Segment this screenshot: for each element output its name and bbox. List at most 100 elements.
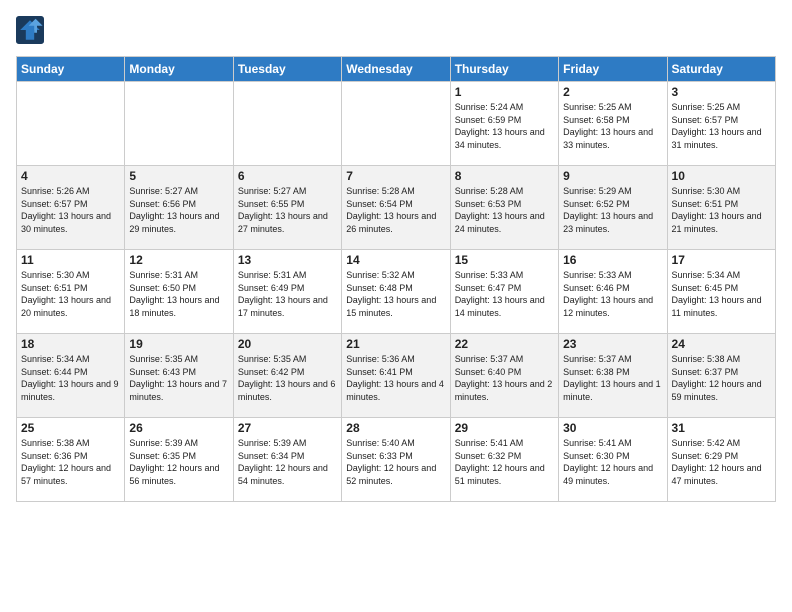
logo-icon [16, 16, 44, 44]
day-cell: 9 Sunrise: 5:29 AMSunset: 6:52 PMDaylight… [559, 166, 667, 250]
day-info: Sunrise: 5:33 AMSunset: 6:47 PMDaylight:… [455, 269, 554, 319]
day-cell: 25 Sunrise: 5:38 AMSunset: 6:36 PMDayligh… [17, 418, 125, 502]
day-cell: 3 Sunrise: 5:25 AMSunset: 6:57 PMDaylight… [667, 82, 775, 166]
day-cell [233, 82, 341, 166]
day-info: Sunrise: 5:29 AMSunset: 6:52 PMDaylight:… [563, 185, 662, 235]
day-cell: 10Sunrise: 5:30 AMSunset: 6:51 PMDayligh… [667, 166, 775, 250]
day-cell [17, 82, 125, 166]
day-number: 5 [129, 169, 228, 183]
day-info: Sunrise: 5:34 AMSunset: 6:45 PMDaylight:… [672, 269, 771, 319]
day-info: Sunrise: 5:28 AMSunset: 6:54 PMDaylight:… [346, 185, 445, 235]
day-info: Sunrise: 5:35 AMSunset: 6:42 PMDaylight:… [238, 353, 337, 403]
day-info: Sunrise: 5:33 AMSunset: 6:46 PMDaylight:… [563, 269, 662, 319]
day-cell: 20 Sunrise: 5:35 AMSunset: 6:42 PMDayligh… [233, 334, 341, 418]
day-number: 8 [455, 169, 554, 183]
day-number: 13 [238, 253, 337, 267]
page-header [16, 16, 776, 44]
day-info: Sunrise: 5:39 AMSunset: 6:34 PMDaylight:… [238, 437, 337, 487]
day-number: 31 [672, 421, 771, 435]
day-cell: 28 Sunrise: 5:40 AMSunset: 6:33 PMDayligh… [342, 418, 450, 502]
day-cell: 18 Sunrise: 5:34 AMSunset: 6:44 PMDayligh… [17, 334, 125, 418]
day-header-friday: Friday [559, 57, 667, 82]
day-number: 16 [563, 253, 662, 267]
day-info: Sunrise: 5:32 AMSunset: 6:48 PMDaylight:… [346, 269, 445, 319]
week-row-4: 18 Sunrise: 5:34 AMSunset: 6:44 PMDayligh… [17, 334, 776, 418]
day-info: Sunrise: 5:30 AMSunset: 6:51 PMDaylight:… [21, 269, 120, 319]
day-number: 14 [346, 253, 445, 267]
day-cell: 4Sunrise: 5:26 AMSunset: 6:57 PMDaylight… [17, 166, 125, 250]
day-info: Sunrise: 5:27 AMSunset: 6:56 PMDaylight:… [129, 185, 228, 235]
day-number: 7 [346, 169, 445, 183]
day-cell: 21Sunrise: 5:36 AMSunset: 6:41 PMDayligh… [342, 334, 450, 418]
day-header-saturday: Saturday [667, 57, 775, 82]
day-info: Sunrise: 5:38 AMSunset: 6:36 PMDaylight:… [21, 437, 120, 487]
day-cell: 8 Sunrise: 5:28 AMSunset: 6:53 PMDaylight… [450, 166, 558, 250]
day-number: 25 [21, 421, 120, 435]
day-info: Sunrise: 5:31 AMSunset: 6:50 PMDaylight:… [129, 269, 228, 319]
day-cell: 16 Sunrise: 5:33 AMSunset: 6:46 PMDayligh… [559, 250, 667, 334]
day-cell: 5 Sunrise: 5:27 AMSunset: 6:56 PMDaylight… [125, 166, 233, 250]
day-cell: 12 Sunrise: 5:31 AMSunset: 6:50 PMDayligh… [125, 250, 233, 334]
day-info: Sunrise: 5:41 AMSunset: 6:32 PMDaylight:… [455, 437, 554, 487]
day-info: Sunrise: 5:31 AMSunset: 6:49 PMDaylight:… [238, 269, 337, 319]
day-number: 18 [21, 337, 120, 351]
day-header-monday: Monday [125, 57, 233, 82]
day-cell: 26Sunrise: 5:39 AMSunset: 6:35 PMDayligh… [125, 418, 233, 502]
day-number: 4 [21, 169, 120, 183]
day-number: 10 [672, 169, 771, 183]
day-cell [125, 82, 233, 166]
day-info: Sunrise: 5:36 AMSunset: 6:41 PMDaylight:… [346, 353, 445, 403]
day-cell: 27 Sunrise: 5:39 AMSunset: 6:34 PMDayligh… [233, 418, 341, 502]
day-info: Sunrise: 5:37 AMSunset: 6:40 PMDaylight:… [455, 353, 554, 403]
day-cell: 30Sunrise: 5:41 AMSunset: 6:30 PMDayligh… [559, 418, 667, 502]
header-row: SundayMondayTuesdayWednesdayThursdayFrid… [17, 57, 776, 82]
day-number: 9 [563, 169, 662, 183]
day-number: 11 [21, 253, 120, 267]
day-info: Sunrise: 5:38 AMSunset: 6:37 PMDaylight:… [672, 353, 771, 403]
day-number: 27 [238, 421, 337, 435]
day-header-thursday: Thursday [450, 57, 558, 82]
day-info: Sunrise: 5:34 AMSunset: 6:44 PMDaylight:… [21, 353, 120, 403]
week-row-5: 25 Sunrise: 5:38 AMSunset: 6:36 PMDayligh… [17, 418, 776, 502]
day-header-wednesday: Wednesday [342, 57, 450, 82]
day-number: 19 [129, 337, 228, 351]
week-row-3: 11 Sunrise: 5:30 AMSunset: 6:51 PMDayligh… [17, 250, 776, 334]
day-number: 12 [129, 253, 228, 267]
day-info: Sunrise: 5:40 AMSunset: 6:33 PMDaylight:… [346, 437, 445, 487]
day-number: 30 [563, 421, 662, 435]
day-cell: 19 Sunrise: 5:35 AMSunset: 6:43 PMDayligh… [125, 334, 233, 418]
day-cell: 1 Sunrise: 5:24 AMSunset: 6:59 PMDaylight… [450, 82, 558, 166]
day-info: Sunrise: 5:27 AMSunset: 6:55 PMDaylight:… [238, 185, 337, 235]
day-cell: 31 Sunrise: 5:42 AMSunset: 6:29 PMDayligh… [667, 418, 775, 502]
week-row-2: 4Sunrise: 5:26 AMSunset: 6:57 PMDaylight… [17, 166, 776, 250]
day-cell: 2Sunrise: 5:25 AMSunset: 6:58 PMDaylight… [559, 82, 667, 166]
day-number: 24 [672, 337, 771, 351]
day-info: Sunrise: 5:42 AMSunset: 6:29 PMDaylight:… [672, 437, 771, 487]
day-number: 29 [455, 421, 554, 435]
day-info: Sunrise: 5:25 AMSunset: 6:57 PMDaylight:… [672, 101, 771, 151]
day-number: 22 [455, 337, 554, 351]
week-row-1: 1 Sunrise: 5:24 AMSunset: 6:59 PMDaylight… [17, 82, 776, 166]
day-info: Sunrise: 5:28 AMSunset: 6:53 PMDaylight:… [455, 185, 554, 235]
logo [16, 16, 48, 44]
day-cell [342, 82, 450, 166]
day-info: Sunrise: 5:35 AMSunset: 6:43 PMDaylight:… [129, 353, 228, 403]
day-number: 1 [455, 85, 554, 99]
day-cell: 15 Sunrise: 5:33 AMSunset: 6:47 PMDayligh… [450, 250, 558, 334]
day-cell: 22 Sunrise: 5:37 AMSunset: 6:40 PMDayligh… [450, 334, 558, 418]
day-info: Sunrise: 5:25 AMSunset: 6:58 PMDaylight:… [563, 101, 662, 151]
day-cell: 23Sunrise: 5:37 AMSunset: 6:38 PMDayligh… [559, 334, 667, 418]
day-cell: 13 Sunrise: 5:31 AMSunset: 6:49 PMDayligh… [233, 250, 341, 334]
day-number: 20 [238, 337, 337, 351]
day-number: 3 [672, 85, 771, 99]
day-cell: 29 Sunrise: 5:41 AMSunset: 6:32 PMDayligh… [450, 418, 558, 502]
day-cell: 11 Sunrise: 5:30 AMSunset: 6:51 PMDayligh… [17, 250, 125, 334]
day-number: 28 [346, 421, 445, 435]
day-cell: 24 Sunrise: 5:38 AMSunset: 6:37 PMDayligh… [667, 334, 775, 418]
day-number: 15 [455, 253, 554, 267]
day-cell: 7 Sunrise: 5:28 AMSunset: 6:54 PMDaylight… [342, 166, 450, 250]
day-header-tuesday: Tuesday [233, 57, 341, 82]
day-cell: 6 Sunrise: 5:27 AMSunset: 6:55 PMDaylight… [233, 166, 341, 250]
day-info: Sunrise: 5:24 AMSunset: 6:59 PMDaylight:… [455, 101, 554, 151]
day-number: 6 [238, 169, 337, 183]
